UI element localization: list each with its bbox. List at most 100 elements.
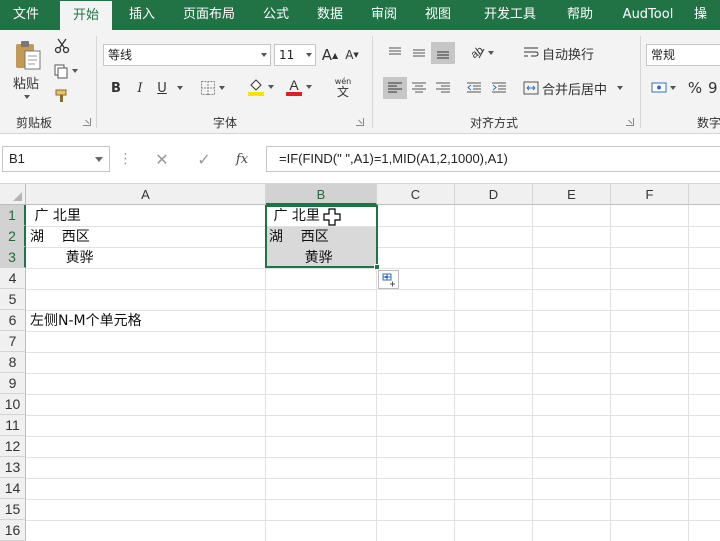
decrease-font-size-icon[interactable]: A ▼: [342, 44, 362, 66]
accounting-format-icon[interactable]: [648, 77, 678, 99]
increase-indent-icon[interactable]: [487, 77, 511, 99]
column-header-c[interactable]: C: [377, 184, 455, 205]
font-launcher-icon[interactable]: [356, 118, 364, 126]
clipboard-launcher-icon[interactable]: [83, 118, 91, 126]
fill-color-icon[interactable]: [243, 75, 277, 99]
row-header-13[interactable]: 13: [0, 457, 26, 478]
align-right-icon[interactable]: [431, 77, 455, 99]
cell-a3[interactable]: 黄骅: [30, 248, 262, 268]
row-header-11[interactable]: 11: [0, 415, 26, 436]
row-header-6[interactable]: 6: [0, 310, 26, 331]
gridline: [26, 436, 720, 437]
column-header-g[interactable]: [689, 184, 720, 205]
column-header-a[interactable]: A: [26, 184, 266, 205]
bold-button[interactable]: B: [106, 77, 126, 99]
tab-developer[interactable]: 开发工具: [470, 0, 550, 30]
formula-bar-grip-icon[interactable]: ⋮: [118, 148, 133, 170]
formula-input[interactable]: =IF(FIND(" ",A1)=1,MID(A1,2,1000),A1): [266, 146, 720, 172]
gridline: [26, 394, 720, 395]
cell-a1[interactable]: 广 北里: [30, 206, 262, 226]
row-header-2[interactable]: 2: [0, 226, 26, 247]
underline-dropdown-icon[interactable]: [174, 77, 186, 99]
tab-file[interactable]: 文件: [0, 0, 52, 30]
tab-home[interactable]: 开始: [60, 1, 112, 30]
font-color-icon[interactable]: A: [281, 75, 315, 99]
font-size-select[interactable]: 11: [274, 44, 316, 66]
wrap-text-icon[interactable]: [522, 42, 540, 64]
cut-icon[interactable]: [52, 36, 72, 56]
format-painter-icon[interactable]: [52, 86, 72, 106]
align-bottom-icon[interactable]: [431, 42, 455, 64]
italic-button[interactable]: I: [130, 77, 150, 99]
percent-style-button[interactable]: %: [684, 77, 706, 99]
borders-icon[interactable]: [195, 77, 229, 99]
row-header-14[interactable]: 14: [0, 478, 26, 499]
cell-a2[interactable]: 湖 西区: [30, 227, 262, 247]
row-header-12[interactable]: 12: [0, 436, 26, 457]
formula-bar: B1 ⋮ ✕ ✓ fx =IF(FIND(" ",A1)=1,MID(A1,2,…: [0, 134, 720, 184]
cell-a6[interactable]: 左侧N-M个单元格: [30, 311, 262, 331]
wrap-text-button[interactable]: 自动换行: [542, 42, 602, 64]
row-header-4[interactable]: 4: [0, 268, 26, 289]
gridline: [26, 289, 720, 290]
tab-data[interactable]: 数据: [306, 0, 354, 30]
tab-insert[interactable]: 插入: [118, 0, 166, 30]
merge-center-button[interactable]: 合并后居中: [542, 77, 628, 99]
selection-border: [265, 205, 378, 268]
insert-function-icon[interactable]: fx: [228, 148, 256, 170]
column-header-e[interactable]: E: [533, 184, 611, 205]
tab-help[interactable]: 帮助: [556, 0, 604, 30]
align-center-icon[interactable]: [407, 77, 431, 99]
confirm-icon[interactable]: ✓: [186, 148, 222, 170]
number-group-label: 数字: [697, 116, 720, 130]
paste-dropdown-icon[interactable]: [21, 93, 33, 101]
row-header-5[interactable]: 5: [0, 289, 26, 310]
group-divider: [96, 36, 97, 128]
gridline: [26, 415, 720, 416]
column-header-f[interactable]: F: [611, 184, 689, 205]
underline-button[interactable]: U: [152, 77, 172, 99]
comma-style-button[interactable]: 9: [708, 77, 720, 99]
select-all-button[interactable]: [0, 184, 26, 205]
tab-page-layout[interactable]: 页面布局: [172, 0, 246, 30]
row-header-16[interactable]: 16: [0, 520, 26, 541]
phonetic-guide-icon[interactable]: wén 文: [326, 75, 360, 101]
align-middle-icon[interactable]: [407, 42, 431, 64]
align-left-icon[interactable]: [383, 77, 407, 99]
row-header-10[interactable]: 10: [0, 394, 26, 415]
font-name-value: 等线: [108, 48, 133, 62]
gridline: [26, 478, 720, 479]
row-header-9[interactable]: 9: [0, 373, 26, 394]
tab-audtool[interactable]: AudTool: [610, 0, 686, 30]
font-size-value: 11: [279, 48, 295, 62]
paste-icon[interactable]: [8, 38, 48, 72]
row-header-7[interactable]: 7: [0, 331, 26, 352]
copy-icon[interactable]: [52, 61, 78, 81]
ribbon-tab-bar: 文件 开始 插入 页面布局 公式 数据 审阅 视图 开发工具 帮助 AudToo…: [0, 0, 720, 30]
row-header-15[interactable]: 15: [0, 499, 26, 520]
merge-center-icon[interactable]: [522, 77, 540, 99]
tab-review[interactable]: 审阅: [360, 0, 408, 30]
number-format-select[interactable]: 常规: [646, 44, 720, 66]
tab-overflow[interactable]: 操: [694, 0, 720, 30]
tab-view[interactable]: 视图: [414, 0, 462, 30]
cancel-icon[interactable]: ✕: [144, 148, 180, 170]
tab-formulas[interactable]: 公式: [252, 0, 300, 30]
paste-button-label[interactable]: 粘贴: [6, 73, 46, 92]
row-header-3[interactable]: 3: [0, 247, 26, 268]
name-box[interactable]: B1: [2, 146, 110, 172]
column-header-b[interactable]: B: [266, 184, 377, 205]
orientation-icon[interactable]: ab: [464, 42, 496, 64]
column-header-d[interactable]: D: [455, 184, 533, 205]
increase-font-size-icon[interactable]: A ▲: [320, 44, 340, 66]
quick-analysis-icon[interactable]: [378, 270, 399, 289]
alignment-launcher-icon[interactable]: [626, 118, 634, 126]
font-name-select[interactable]: 等线: [103, 44, 271, 66]
decrease-indent-icon[interactable]: [462, 77, 486, 99]
group-divider: [640, 36, 641, 128]
row-header-8[interactable]: 8: [0, 352, 26, 373]
align-top-icon[interactable]: [383, 42, 407, 64]
gridline: [26, 352, 720, 353]
gridline: [26, 373, 720, 374]
row-header-1[interactable]: 1: [0, 205, 26, 226]
